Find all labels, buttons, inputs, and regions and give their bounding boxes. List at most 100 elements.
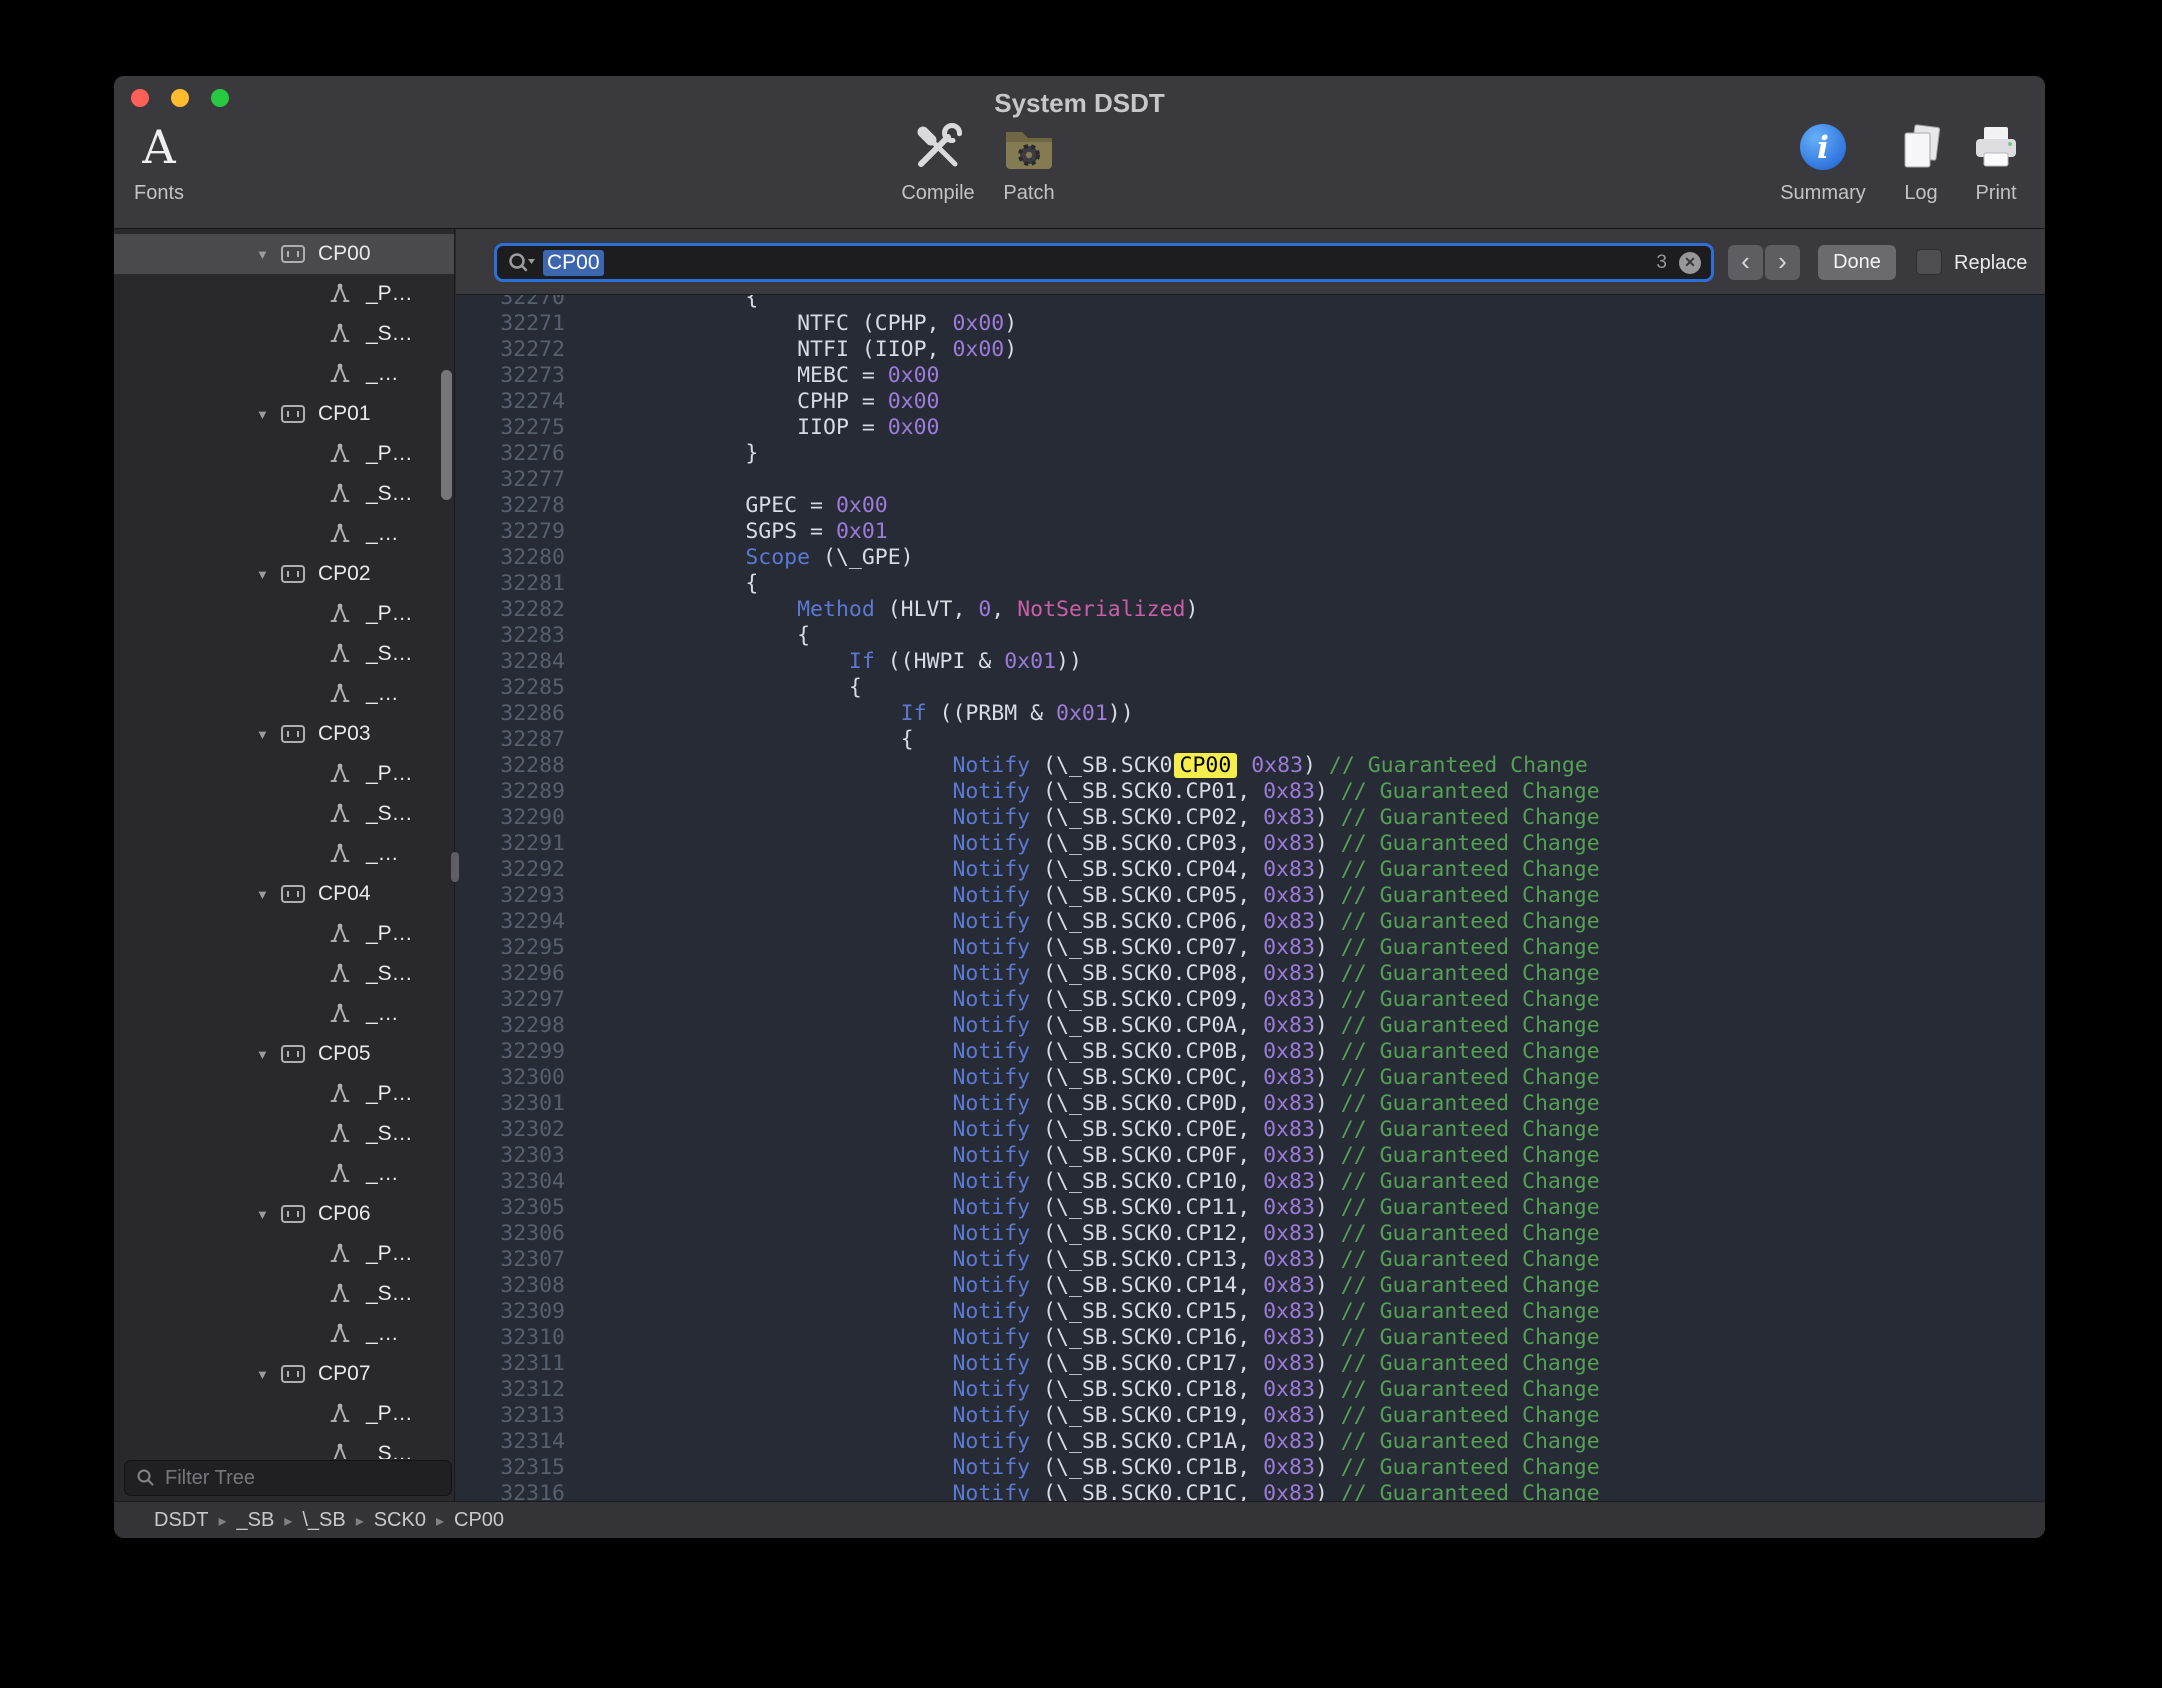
tree-child-item[interactable]: _P… <box>114 914 454 954</box>
tree-child-item[interactable]: _… <box>114 354 454 394</box>
tree-child-item[interactable]: _P… <box>114 1234 454 1274</box>
tree-child-item[interactable]: _S… <box>114 1434 454 1459</box>
code-line: 32308 Notify (\_SB.SCK0.CP14, 0x83) // G… <box>456 1273 1600 1299</box>
tree-child-label: _S… <box>366 802 413 826</box>
toolbar-compile-button[interactable]: Compile <box>888 116 988 205</box>
line-number: 32284 <box>456 649 565 675</box>
tree-child-item[interactable]: _… <box>114 994 454 1034</box>
tree-child-item[interactable]: _P… <box>114 1074 454 1114</box>
tree-child-item[interactable]: _S… <box>114 954 454 994</box>
search-menu-icon[interactable] <box>507 251 537 275</box>
tree-child-item[interactable]: _S… <box>114 1114 454 1154</box>
tree-item-cp07[interactable]: ▼CP07 <box>114 1354 454 1394</box>
breadcrumb-item[interactable]: _SB <box>236 1509 274 1531</box>
sidebar-scrollbar[interactable] <box>441 370 452 500</box>
code-line: 32278 GPEC = 0x00 <box>456 493 1600 519</box>
disclosure-triangle-icon[interactable]: ▼ <box>256 1047 276 1062</box>
toolbar-fonts-button[interactable]: A Fonts <box>114 116 209 205</box>
disclosure-triangle-icon[interactable]: ▼ <box>256 567 276 582</box>
tree-child-item[interactable]: _… <box>114 1154 454 1194</box>
tree-child-label: _S… <box>366 642 413 666</box>
code-line: 32293 Notify (\_SB.SCK0.CP05, 0x83) // G… <box>456 883 1600 909</box>
filter-tree-field[interactable]: Filter Tree <box>124 1460 452 1496</box>
code-text: Notify (\_SB.SCK0.CP05, 0x83) // Guarant… <box>565 883 1600 909</box>
toolbar-patch-label: Patch <box>979 182 1079 205</box>
code-line: 32283 { <box>456 623 1600 649</box>
done-button[interactable]: Done <box>1818 245 1896 280</box>
toolbar-patch-button[interactable]: Patch <box>979 116 1079 205</box>
breadcrumb-item[interactable]: CP00 <box>454 1509 504 1531</box>
tree-child-item[interactable]: _P… <box>114 594 454 634</box>
breadcrumb-item[interactable]: SCK0 <box>374 1509 426 1531</box>
code-editor[interactable]: 32270 {32271 NTFC (CPHP, 0x00)32272 NTFI… <box>456 295 2045 1502</box>
clear-search-icon[interactable]: ✕ <box>1679 252 1701 274</box>
tree-child-item[interactable]: _S… <box>114 1274 454 1314</box>
tree-child-item[interactable]: _S… <box>114 794 454 834</box>
line-number: 32282 <box>456 597 565 623</box>
method-icon <box>328 1162 352 1186</box>
code-text: MEBC = 0x00 <box>565 363 940 389</box>
tree-child-label: _… <box>366 682 399 706</box>
line-number: 32294 <box>456 909 565 935</box>
find-input[interactable]: CP00 3 ✕ <box>494 243 1714 282</box>
scope-icon <box>280 723 306 745</box>
find-previous-button[interactable]: ‹ <box>1728 245 1763 280</box>
disclosure-triangle-icon[interactable]: ▼ <box>256 887 276 902</box>
tree-item-label: CP06 <box>318 1202 371 1226</box>
tree-child-item[interactable]: _S… <box>114 474 454 514</box>
find-next-button[interactable]: › <box>1765 245 1800 280</box>
breadcrumb-separator-icon: ▸ <box>218 1513 226 1530</box>
scope-icon <box>280 883 306 905</box>
code-text: Notify (\_SB.SCK0.CP10, 0x83) // Guarant… <box>565 1169 1600 1195</box>
tree-child-item[interactable]: _… <box>114 514 454 554</box>
tree-item-cp05[interactable]: ▼CP05 <box>114 1034 454 1074</box>
tree-item-cp03[interactable]: ▼CP03 <box>114 714 454 754</box>
line-number: 32288 <box>456 753 565 779</box>
tree-child-item[interactable]: _… <box>114 834 454 874</box>
disclosure-triangle-icon[interactable]: ▼ <box>256 727 276 742</box>
code-text: Notify (\_SB.SCK0.CP04, 0x83) // Guarant… <box>565 857 1600 883</box>
log-icon <box>1893 119 1949 175</box>
code-line: 32304 Notify (\_SB.SCK0.CP10, 0x83) // G… <box>456 1169 1600 1195</box>
tree-child-item[interactable]: _P… <box>114 274 454 314</box>
replace-checkbox[interactable] <box>1916 249 1942 275</box>
app-window: System DSDT A Fonts Compile <box>114 76 2045 1538</box>
code-line: 32292 Notify (\_SB.SCK0.CP04, 0x83) // G… <box>456 857 1600 883</box>
code-line: 32314 Notify (\_SB.SCK0.CP1A, 0x83) // G… <box>456 1429 1600 1455</box>
tree-item-cp01[interactable]: ▼CP01 <box>114 394 454 434</box>
pane-splitter-handle[interactable] <box>451 852 459 882</box>
line-number: 32305 <box>456 1195 565 1221</box>
line-number: 32279 <box>456 519 565 545</box>
code-text: Notify (\_SB.SCK0.CP1B, 0x83) // Guarant… <box>565 1455 1600 1481</box>
disclosure-triangle-icon[interactable]: ▼ <box>256 247 276 262</box>
tree-item-cp00[interactable]: ▼CP00 <box>114 234 454 274</box>
tree-child-item[interactable]: _S… <box>114 634 454 674</box>
code-text: Notify (\_SB.SCK0.CP11, 0x83) // Guarant… <box>565 1195 1600 1221</box>
code-text: If ((PRBM & 0x01)) <box>565 701 1134 727</box>
breadcrumb-item[interactable]: DSDT <box>154 1509 208 1531</box>
tree-item-cp04[interactable]: ▼CP04 <box>114 874 454 914</box>
code-line: 32285 { <box>456 675 1600 701</box>
disclosure-triangle-icon[interactable]: ▼ <box>256 1367 276 1382</box>
sidebar-tree: ▼CP00_P…_S…_…▼CP01_P…_S…_…▼CP02_P…_S…_…▼… <box>114 234 454 1459</box>
toolbar-summary-button[interactable]: i Summary <box>1773 116 1873 205</box>
tree-child-label: _… <box>366 362 399 386</box>
tree-child-item[interactable]: _S… <box>114 314 454 354</box>
code-line: 32299 Notify (\_SB.SCK0.CP0B, 0x83) // G… <box>456 1039 1600 1065</box>
tree-child-item[interactable]: _P… <box>114 1394 454 1434</box>
tree-item-cp02[interactable]: ▼CP02 <box>114 554 454 594</box>
method-icon <box>328 362 352 386</box>
disclosure-triangle-icon[interactable]: ▼ <box>256 407 276 422</box>
tree-child-item[interactable]: _P… <box>114 434 454 474</box>
disclosure-triangle-icon[interactable]: ▼ <box>256 1207 276 1222</box>
tree-child-item[interactable]: _P… <box>114 754 454 794</box>
code-text: Notify (\_SB.SCK0CP00 0x83) // Guarantee… <box>565 753 1588 779</box>
toolbar-print-button[interactable]: Print <box>1951 116 2041 205</box>
code-text: Notify (\_SB.SCK0.CP0F, 0x83) // Guarant… <box>565 1143 1600 1169</box>
tree-child-item[interactable]: _… <box>114 1314 454 1354</box>
code-text: Notify (\_SB.SCK0.CP1C, 0x83) // Guarant… <box>565 1481 1600 1502</box>
tree-child-item[interactable]: _… <box>114 674 454 714</box>
breadcrumb-item[interactable]: \_SB <box>302 1509 345 1531</box>
tree-child-label: _P… <box>366 1402 413 1426</box>
tree-item-cp06[interactable]: ▼ CP06 <box>114 1194 454 1234</box>
